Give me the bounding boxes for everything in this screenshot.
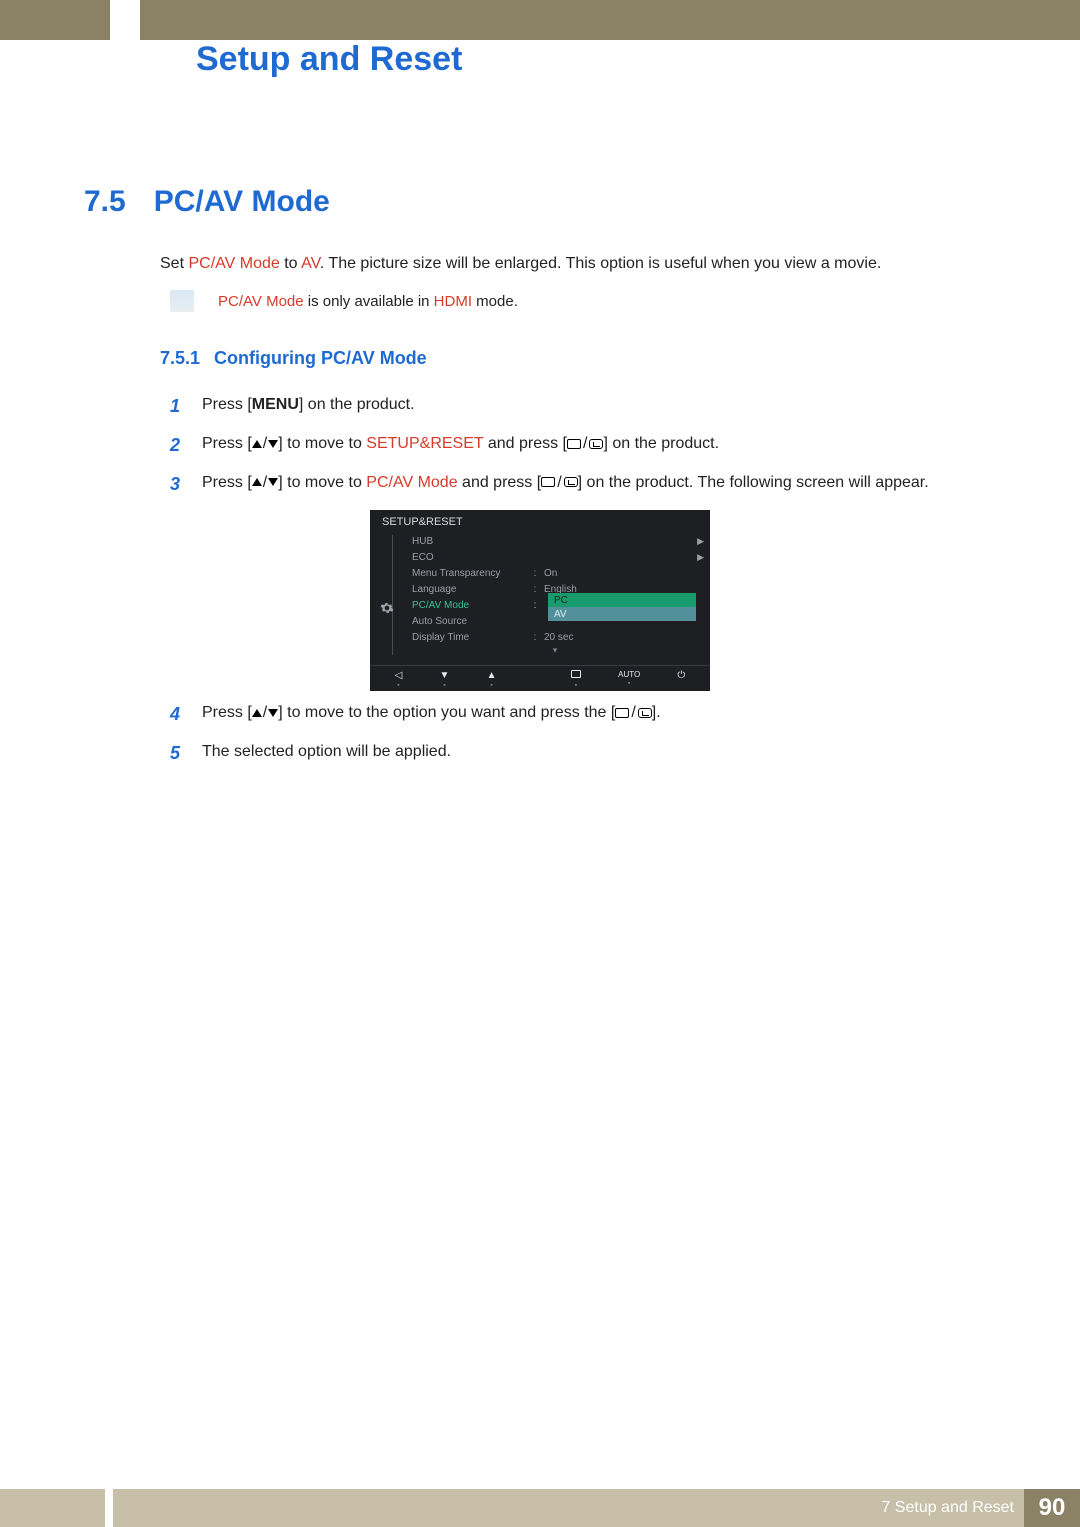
step-number: 2: [170, 431, 184, 460]
text: Press [: [202, 704, 252, 721]
up-down-icon: /: [252, 700, 278, 726]
hl-pcavmode: PC/AV Mode: [366, 474, 457, 491]
step-text: Press [/] to move to SETUP&RESET and pre…: [202, 431, 980, 460]
osd-row-menutrans: Menu Transparency:On: [406, 565, 704, 581]
osd-label: ECO: [412, 552, 532, 563]
osd-label: Menu Transparency: [412, 568, 532, 579]
note-row: PC/AV Mode is only available in HDMI mod…: [170, 290, 518, 312]
text: and press [: [483, 435, 567, 452]
top-banner-notch: [110, 0, 140, 56]
step-number: 5: [170, 739, 184, 768]
chevron-right-icon: ▶: [697, 552, 704, 563]
section-number: 7.5: [84, 185, 126, 219]
source-enter-icon: /: [567, 431, 603, 457]
osd-screenshot: SETUP&RESET HUB ▶ ECO ▶ Menu Transparency:…: [370, 510, 710, 691]
osd-row-eco: ECO ▶: [406, 549, 704, 565]
hl-hdmi: HDMI: [434, 293, 472, 310]
text: . The picture size will be enlarged. Thi…: [320, 255, 881, 272]
text: ] to move to: [278, 474, 366, 491]
text: ] to move to: [278, 435, 366, 452]
text: ] to move to the option you want and pre…: [278, 704, 615, 721]
osd-label: HUB: [412, 536, 532, 547]
osd-value: 20 sec: [538, 632, 704, 643]
text: to: [280, 255, 301, 272]
osd-nav-down-icon: ▼▪: [440, 670, 450, 689]
text: ].: [652, 704, 661, 721]
osd-label-selected: PC/AV Mode: [412, 600, 532, 611]
source-enter-icon: /: [541, 470, 577, 496]
osd-nav-auto: AUTO▪: [618, 670, 640, 687]
step-4: 4 Press [/] to move to the option you wa…: [170, 700, 980, 729]
osd-navbar: ◁▪ ▼▪ ▲▪ ▪ AUTO▪ ⏻: [370, 665, 710, 691]
footer: 7 Setup and Reset 90: [0, 1489, 1080, 1527]
chevron-right-icon: ▶: [697, 536, 704, 547]
hl-pcav: PC/AV Mode: [218, 293, 304, 310]
osd-nav-power-icon: ⏻: [677, 670, 685, 682]
subsection-heading: 7.5.1 Configuring PC/AV Mode: [160, 348, 427, 369]
section-title: PC/AV Mode: [154, 185, 330, 219]
step-text: Press [MENU] on the product.: [202, 392, 980, 421]
note-text: PC/AV Mode is only available in HDMI mod…: [218, 293, 518, 310]
up-down-icon: /: [252, 431, 278, 457]
step-list-continued: 4 Press [/] to move to the option you wa…: [170, 700, 980, 778]
text: ] on the product.: [603, 435, 719, 452]
text: Set: [160, 255, 188, 272]
note-icon: [170, 290, 194, 312]
hl-pcav: PC/AV Mode: [188, 255, 279, 272]
text: is only available in: [304, 293, 434, 310]
text: ] on the product. The following screen w…: [578, 474, 929, 491]
osd-label: Display Time: [412, 632, 532, 643]
text: Press [: [202, 435, 252, 452]
intro-text: Set PC/AV Mode to AV. The picture size w…: [160, 252, 980, 276]
subsection-number: 7.5.1: [160, 348, 200, 369]
step-5: 5 The selected option will be applied.: [170, 739, 980, 768]
footer-page-number: 90: [1024, 1489, 1080, 1527]
step-number: 3: [170, 470, 184, 499]
text: Press [: [202, 396, 252, 413]
step-text: The selected option will be applied.: [202, 739, 980, 768]
osd-dropdown-av: AV: [548, 607, 696, 621]
step-3: 3 Press [/] to move to PC/AV Mode and pr…: [170, 470, 980, 499]
step-list: 1 Press [MENU] on the product. 2 Press […: [170, 392, 980, 508]
osd-row-hub: HUB ▶: [406, 533, 704, 549]
text: Press [: [202, 474, 252, 491]
osd-row-displaytime: Display Time:20 sec: [406, 629, 704, 645]
osd-title: SETUP&RESET: [370, 510, 710, 531]
hl-setupreset: SETUP&RESET: [366, 435, 483, 452]
osd-label: Language: [412, 584, 532, 595]
osd-nav-up-icon: ▲▪: [487, 670, 497, 689]
step-number: 1: [170, 392, 184, 421]
step-1: 1 Press [MENU] on the product.: [170, 392, 980, 421]
text: mode.: [472, 293, 518, 310]
osd-value: On: [538, 568, 704, 579]
osd-nav-back-icon: ◁▪: [395, 670, 403, 689]
up-down-icon: /: [252, 470, 278, 496]
text: and press [: [458, 474, 542, 491]
text: ] on the product.: [299, 396, 415, 413]
footer-notch: [105, 1489, 113, 1527]
osd-dropdown-pc: PC: [548, 593, 696, 607]
osd-dropdown: PC AV: [548, 593, 696, 621]
menu-button-label: MENU: [252, 392, 299, 418]
top-banner: [0, 0, 1080, 40]
gear-icon: [380, 601, 394, 615]
hl-av: AV: [301, 255, 320, 272]
subsection-title: Configuring PC/AV Mode: [214, 348, 427, 369]
step-text: Press [/] to move to PC/AV Mode and pres…: [202, 470, 980, 499]
step-number: 4: [170, 700, 184, 729]
osd-label: Auto Source: [412, 616, 532, 627]
chapter-title: Setup and Reset: [196, 40, 462, 79]
step-2: 2 Press [/] to move to SETUP&RESET and p…: [170, 431, 980, 460]
step-text: Press [/] to move to the option you want…: [202, 700, 980, 729]
chevron-down-icon: ▾: [406, 645, 704, 655]
source-enter-icon: /: [615, 700, 651, 726]
osd-nav-enter-icon: ▪: [571, 670, 581, 689]
footer-label: 7 Setup and Reset: [881, 1499, 1014, 1517]
